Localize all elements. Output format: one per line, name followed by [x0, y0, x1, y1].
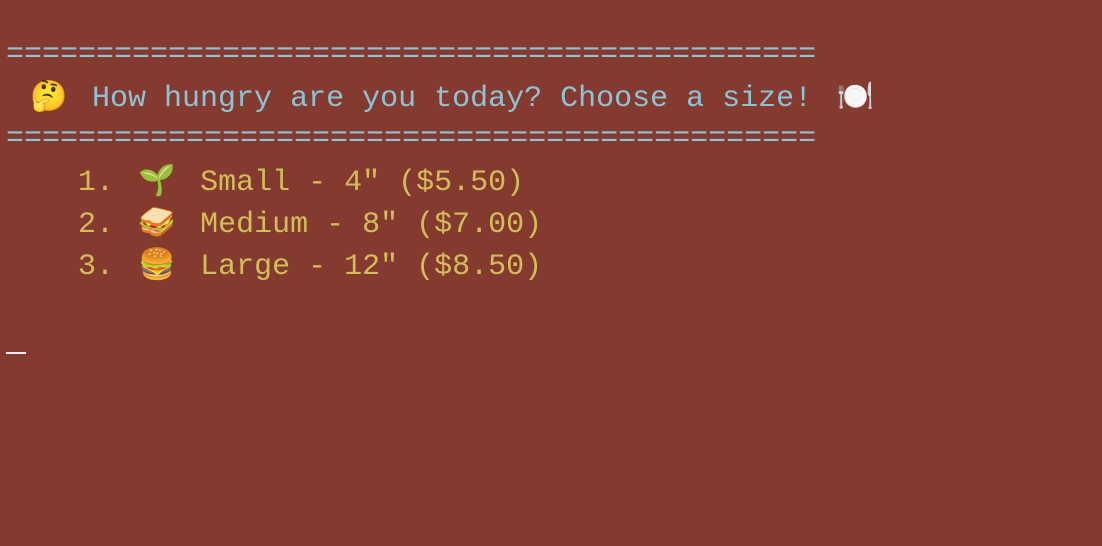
fork-knife-plate-icon: 🍽️ [836, 79, 874, 114]
bottom-rule: ========================================… [6, 122, 817, 156]
terminal-window: ========================================… [6, 34, 1102, 370]
burger-icon: 🍔 [138, 247, 176, 282]
menu-item-label: Medium - 8" ($7.00) [200, 208, 543, 242]
menu-item-number: 3. [78, 250, 115, 284]
text-cursor[interactable] [6, 352, 26, 355]
seedling-icon: 🌱 [138, 163, 176, 198]
menu-item-label: Large - 12" ($8.50) [200, 250, 543, 284]
prompt-text: How hungry are you today? Choose a size! [92, 82, 813, 116]
menu-item-number: 1. [78, 166, 115, 200]
menu-item-large: 3. 🍔 Large - 12" ($8.50) [6, 244, 1102, 286]
prompt-line: 🤔 How hungry are you today? Choose a siz… [6, 76, 1102, 118]
thinking-face-icon: 🤔 [30, 79, 68, 114]
menu-item-number: 2. [78, 208, 115, 242]
menu-item-label: Small - 4" ($5.50) [200, 166, 525, 200]
top-rule: ========================================… [6, 38, 817, 72]
menu-item-medium: 2. 🥪 Medium - 8" ($7.00) [6, 202, 1102, 244]
menu-item-small: 1. 🌱 Small - 4" ($5.50) [6, 160, 1102, 202]
input-line[interactable] [6, 328, 1102, 370]
sandwich-icon: 🥪 [138, 205, 176, 240]
